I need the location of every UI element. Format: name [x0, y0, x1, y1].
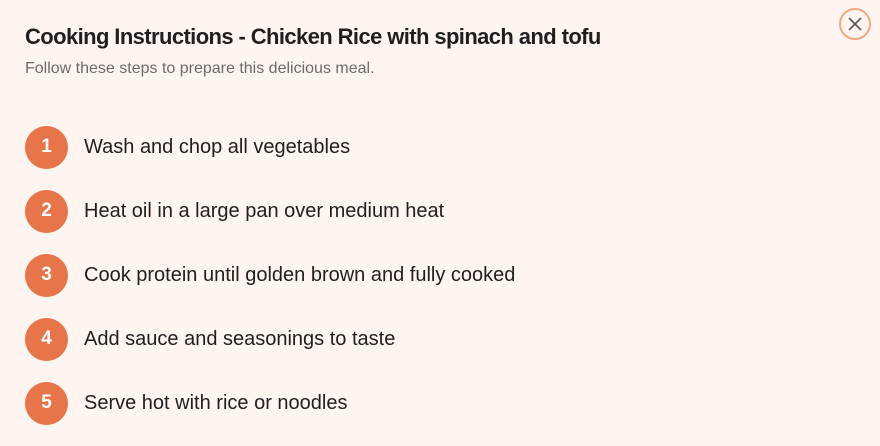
step-item: 4 Add sauce and seasonings to taste: [25, 317, 515, 361]
step-item: 2 Heat oil in a large pan over medium he…: [25, 189, 515, 233]
close-icon: [848, 17, 862, 31]
step-number-badge: 5: [25, 381, 68, 425]
dialog-title: Cooking Instructions - Chicken Rice with…: [25, 24, 601, 49]
step-item: 3 Cook protein until golden brown and fu…: [25, 253, 515, 297]
dialog-subtitle: Follow these steps to prepare this delic…: [25, 60, 375, 77]
step-text: Cook protein until golden brown and full…: [84, 264, 516, 286]
step-number-badge: 2: [25, 189, 68, 233]
step-number-badge: 3: [25, 253, 68, 297]
step-text: Add sauce and seasonings to taste: [84, 328, 396, 350]
step-item: 5 Serve hot with rice or noodles: [25, 381, 515, 425]
step-text: Wash and chop all vegetables: [84, 136, 351, 158]
step-text: Serve hot with rice or noodles: [84, 392, 348, 414]
step-number-badge: 1: [25, 125, 68, 169]
step-item: 1 Wash and chop all vegetables: [25, 125, 515, 169]
step-number-badge: 4: [25, 317, 68, 361]
cooking-instructions-dialog: Cooking Instructions - Chicken Rice with…: [0, 0, 880, 446]
step-text: Heat oil in a large pan over medium heat: [84, 200, 445, 222]
steps-list: 1 Wash and chop all vegetables 2 Heat oi…: [25, 125, 515, 445]
close-button[interactable]: [839, 8, 871, 40]
